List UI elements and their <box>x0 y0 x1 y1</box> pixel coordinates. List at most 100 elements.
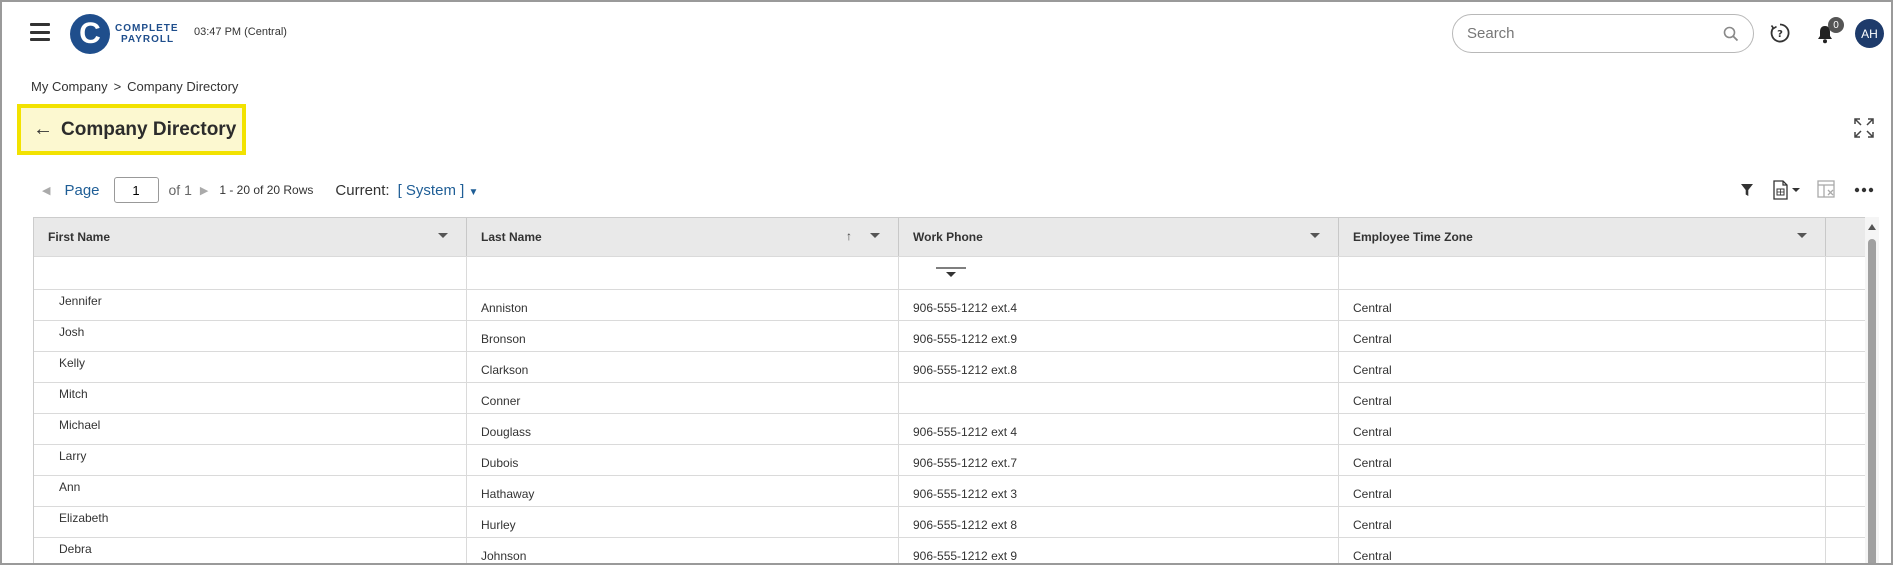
cell-spacer <box>1826 290 1865 320</box>
current-view-label: Current: <box>335 181 390 199</box>
page-title-highlight: ← Company Directory <box>17 104 246 155</box>
filter-dropdown-icon[interactable] <box>936 267 966 279</box>
cell-last-name: Johnson <box>467 538 899 563</box>
filter-cell-spacer <box>1826 257 1865 289</box>
expand-icon[interactable] <box>1853 117 1875 139</box>
search-icon[interactable] <box>1723 26 1739 42</box>
page-title: Company Directory <box>61 118 237 140</box>
svg-text:?: ? <box>1777 29 1783 40</box>
row-count: 1 - 20 of 20 Rows <box>219 183 314 197</box>
filter-cell-work-phone[interactable] <box>899 257 1339 289</box>
notifications-button[interactable]: 0 <box>1814 17 1844 45</box>
clock-text: 03:47 PM (Central) <box>194 26 287 38</box>
prev-page-icon[interactable]: ◀ <box>42 184 50 197</box>
column-header-first-name[interactable]: First Name <box>34 218 467 256</box>
breadcrumb-separator: > <box>113 79 122 94</box>
export-document-icon[interactable] <box>1772 179 1804 201</box>
column-header-time-zone[interactable]: Employee Time Zone <box>1339 218 1826 256</box>
cell-spacer <box>1826 383 1865 413</box>
cell-work-phone: 906-555-1212 ext.9 <box>899 321 1339 351</box>
column-chooser-icon[interactable] <box>1817 179 1837 201</box>
filter-cell-last-name[interactable] <box>467 257 899 289</box>
page-label: Page <box>64 181 100 199</box>
filter-icon[interactable] <box>1740 179 1754 201</box>
sort-ascending-icon[interactable]: ↑ <box>846 229 852 243</box>
more-icon[interactable] <box>1854 179 1874 201</box>
vertical-scrollbar[interactable] <box>1865 217 1879 563</box>
cell-time-zone: Central <box>1339 538 1826 563</box>
cell-time-zone: Central <box>1339 352 1826 382</box>
cell-work-phone: 906-555-1212 ext 8 <box>899 507 1339 537</box>
cell-work-phone: 906-555-1212 ext.4 <box>899 290 1339 320</box>
page-number-input[interactable] <box>113 177 159 203</box>
hamburger-icon[interactable] <box>30 23 50 41</box>
cell-spacer <box>1826 414 1865 444</box>
table-row[interactable]: Mitch Conner Central <box>34 383 1865 414</box>
cell-spacer <box>1826 321 1865 351</box>
logo-mark: C <box>70 14 110 54</box>
cell-first-name: Larry <box>34 445 467 475</box>
chevron-down-icon: ▼ <box>468 186 479 198</box>
cell-time-zone: Central <box>1339 507 1826 537</box>
table-row[interactable]: Josh Bronson 906-555-1212 ext.9 Central <box>34 321 1865 352</box>
column-header-spacer <box>1826 218 1865 256</box>
cell-spacer <box>1826 352 1865 382</box>
cell-spacer <box>1826 507 1865 537</box>
directory-grid: First Name Last Name ↑ Work Phone Employ… <box>33 217 1865 563</box>
cell-first-name: Ann <box>34 476 467 506</box>
table-row[interactable]: Debra Johnson 906-555-1212 ext 9 Central <box>34 538 1865 563</box>
cell-time-zone: Central <box>1339 290 1826 320</box>
column-menu-icon[interactable] <box>870 233 880 238</box>
avatar[interactable]: AH <box>1855 19 1884 48</box>
logo-wordmark: COMPLETE PAYROLL <box>115 23 179 45</box>
cell-spacer <box>1826 445 1865 475</box>
view-selector[interactable]: [ System ] ▼ <box>398 182 479 199</box>
table-row[interactable]: Elizabeth Hurley 906-555-1212 ext 8 Central <box>34 507 1865 538</box>
app-frame: C COMPLETE PAYROLL 03:47 PM (Central) ? … <box>0 0 1893 565</box>
table-row[interactable]: Michael Douglass 906-555-1212 ext 4 Central <box>34 414 1865 445</box>
cell-time-zone: Central <box>1339 414 1826 444</box>
cell-last-name: Anniston <box>467 290 899 320</box>
filter-cell-time-zone[interactable] <box>1339 257 1826 289</box>
cell-last-name: Hathaway <box>467 476 899 506</box>
table-row[interactable]: Ann Hathaway 906-555-1212 ext 3 Central <box>34 476 1865 507</box>
column-menu-icon[interactable] <box>1797 233 1807 238</box>
column-menu-icon[interactable] <box>438 233 448 238</box>
page-count: of 1 <box>168 182 192 198</box>
help-icon[interactable]: ? <box>1769 22 1791 44</box>
cell-first-name: Elizabeth <box>34 507 467 537</box>
column-menu-icon[interactable] <box>1310 233 1320 238</box>
cell-spacer <box>1826 538 1865 563</box>
cell-work-phone: 906-555-1212 ext 4 <box>899 414 1339 444</box>
breadcrumb-company-directory[interactable]: Company Directory <box>127 79 238 94</box>
filter-cell-first-name[interactable] <box>34 257 467 289</box>
cell-work-phone: 906-555-1212 ext 3 <box>899 476 1339 506</box>
cell-work-phone: 906-555-1212 ext 9 <box>899 538 1339 563</box>
cell-first-name: Kelly <box>34 352 467 382</box>
cell-last-name: Dubois <box>467 445 899 475</box>
cell-last-name: Clarkson <box>467 352 899 382</box>
cell-first-name: Josh <box>34 321 467 351</box>
complete-payroll-logo[interactable]: C COMPLETE PAYROLL <box>70 14 179 54</box>
cell-first-name: Mitch <box>34 383 467 413</box>
scrollbar-thumb[interactable] <box>1868 239 1876 563</box>
next-page-icon[interactable]: ▶ <box>200 184 208 197</box>
search-box[interactable] <box>1452 14 1754 53</box>
cell-first-name: Jennifer <box>34 290 467 320</box>
table-row[interactable]: Kelly Clarkson 906-555-1212 ext.8 Central <box>34 352 1865 383</box>
pager: ◀ Page of 1 ▶ 1 - 20 of 20 Rows Current:… <box>42 177 478 203</box>
column-header-last-name[interactable]: Last Name ↑ <box>467 218 899 256</box>
search-input[interactable] <box>1467 25 1723 42</box>
grid-header-row: First Name Last Name ↑ Work Phone Employ… <box>34 217 1865 257</box>
cell-last-name: Hurley <box>467 507 899 537</box>
cell-work-phone <box>899 383 1339 413</box>
cell-time-zone: Central <box>1339 445 1826 475</box>
column-header-work-phone[interactable]: Work Phone <box>899 218 1339 256</box>
scroll-up-icon[interactable] <box>1868 224 1876 230</box>
table-row[interactable]: Larry Dubois 906-555-1212 ext.7 Central <box>34 445 1865 476</box>
notification-count-badge: 0 <box>1828 17 1844 33</box>
table-row[interactable]: Jennifer Anniston 906-555-1212 ext.4 Centra… <box>34 290 1865 321</box>
breadcrumb-my-company[interactable]: My Company <box>31 79 108 94</box>
arrow-left-icon[interactable]: ← <box>33 118 53 141</box>
cell-first-name: Michael <box>34 414 467 444</box>
